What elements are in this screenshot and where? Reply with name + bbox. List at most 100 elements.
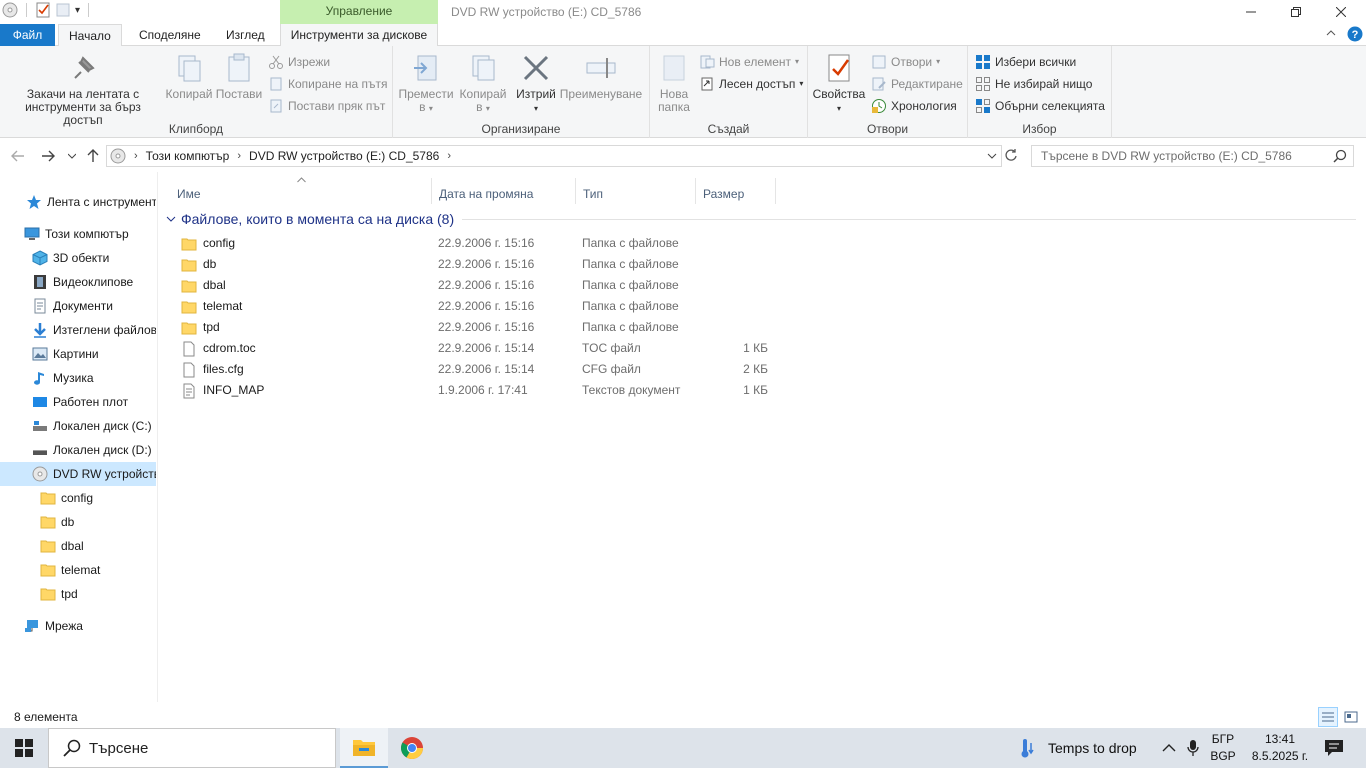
open-icon [872, 55, 886, 69]
copy-to-button[interactable]: Копирай в ▾ [455, 52, 511, 115]
delete-icon [523, 55, 549, 81]
cut-button[interactable]: Изрежи [268, 52, 330, 72]
nav-item-folder-telemat[interactable]: telemat [0, 558, 156, 582]
input-language-button[interactable]: БГР BGP [1206, 731, 1240, 765]
column-header-type[interactable]: Тип [576, 178, 696, 204]
restore-button[interactable] [1273, 0, 1319, 24]
select-all-button[interactable]: Избери всички [975, 52, 1076, 72]
edit-button[interactable]: Редактиране [871, 74, 963, 94]
collapse-ribbon-icon[interactable] [1326, 28, 1336, 41]
tab-drive-tools[interactable]: Инструменти за дискове [280, 24, 438, 46]
column-header-size[interactable]: Размер [696, 178, 776, 204]
group-header[interactable]: Файлове, които в момента са на диска (8) [166, 209, 1356, 229]
back-button[interactable] [8, 146, 28, 166]
tab-file[interactable]: Файл [0, 24, 55, 46]
tab-home[interactable]: Начало [58, 24, 122, 47]
drive-icon [2, 2, 18, 18]
nav-item-desktop[interactable]: Работен плот [0, 390, 156, 414]
nav-item-folder-db[interactable]: db [0, 510, 156, 534]
new-folder-button[interactable]: Нова папка [654, 52, 694, 114]
file-row[interactable]: tpd 22.9.2006 г. 15:16 Папка с файлове [177, 317, 777, 338]
customize-toolbar-icon[interactable]: ▾ [75, 5, 80, 16]
column-header-date[interactable]: Дата на промяна [432, 178, 576, 204]
file-row[interactable]: INFO_MAP 1.9.2006 г. 17:41 Текстов докумен… [177, 380, 777, 401]
large-icons-view-button[interactable] [1341, 707, 1361, 727]
tab-share[interactable]: Споделяне [129, 24, 211, 46]
weather-widget[interactable]: Temps to drop [1018, 728, 1137, 768]
open-label: Отвори [891, 55, 933, 69]
file-type: Папка с файлове [582, 278, 679, 292]
file-row[interactable]: telemat 22.9.2006 г. 15:16 Папка с файлове [177, 296, 777, 317]
search-box[interactable]: Търсене в DVD RW устройство (E:) CD_5786 [1031, 145, 1354, 167]
copy-button[interactable]: Копирай [163, 52, 215, 101]
notifications-button[interactable] [1324, 739, 1344, 760]
address-history-dropdown[interactable] [987, 149, 997, 163]
properties-icon[interactable] [35, 2, 51, 18]
paste-shortcut-button[interactable]: Постави пряк път [268, 96, 385, 116]
nav-item-label: Този компютър [45, 227, 129, 241]
close-button[interactable] [1318, 0, 1364, 24]
breadcrumb-this-pc[interactable]: Този компютър [146, 149, 230, 163]
chrome-taskbar-button[interactable] [388, 728, 436, 768]
properties-button[interactable]: Свойства ▾ [812, 52, 866, 115]
file-row[interactable]: db 22.9.2006 г. 15:16 Папка с файлове [177, 254, 777, 275]
nav-item-network[interactable]: Мрежа [0, 614, 156, 638]
file-explorer-taskbar-button[interactable] [340, 728, 388, 768]
nav-item-downloads[interactable]: Изтеглени файлове [0, 318, 156, 342]
refresh-button[interactable] [1004, 148, 1018, 165]
nav-item-disk-c[interactable]: Локален диск (C:) [0, 414, 156, 438]
nav-item-label: Документи [53, 299, 113, 313]
nav-item-documents[interactable]: Документи [0, 294, 156, 318]
group-divider [462, 218, 1356, 220]
nav-item-disk-d[interactable]: Локален диск (D:) [0, 438, 156, 462]
details-view-button[interactable] [1318, 707, 1338, 727]
new-folder-icon[interactable] [55, 2, 71, 18]
open-button[interactable]: Отвори ▾ [871, 52, 940, 72]
breadcrumb-dvd-drive[interactable]: DVD RW устройство (E:) CD_5786 [249, 149, 439, 163]
select-none-button[interactable]: Не избирай нищо [975, 74, 1092, 94]
minimize-button[interactable] [1228, 0, 1274, 24]
nav-item-pictures[interactable]: Картини [0, 342, 156, 366]
nav-item-quick-access[interactable]: Лента с инструменти [0, 190, 156, 214]
recent-locations-button[interactable] [62, 146, 82, 166]
easy-access-button[interactable]: Лесен достъп ▾ [699, 74, 803, 94]
new-item-button[interactable]: Нов елемент ▾ [699, 52, 799, 72]
file-date: 22.9.2006 г. 15:14 [438, 362, 535, 376]
nav-item-music[interactable]: Музика [0, 366, 156, 390]
history-button[interactable]: Хронология [871, 96, 957, 116]
column-header-name[interactable]: Име [170, 178, 432, 204]
paste-button[interactable]: Постави [215, 52, 263, 101]
nav-item-label: telemat [61, 563, 101, 577]
start-button[interactable] [0, 728, 48, 768]
copy-path-button[interactable]: Копиране на пътя [268, 74, 387, 94]
file-row[interactable]: config 22.9.2006 г. 15:16 Папка с файлове [177, 233, 777, 254]
nav-item-videos[interactable]: Видеоклипове [0, 270, 156, 294]
file-row[interactable]: dbal 22.9.2006 г. 15:16 Папка с файлове [177, 275, 777, 296]
computer-icon [24, 227, 40, 240]
nav-item-dvd-drive[interactable]: DVD RW устройство (E:) CD_5786 [0, 462, 156, 486]
address-bar[interactable]: › Този компютър › DVD RW устройство (E:)… [106, 145, 1002, 167]
tab-view[interactable]: Изглед [216, 24, 275, 46]
delete-button[interactable]: Изтрий ▾ [513, 52, 559, 115]
nav-item-this-pc[interactable]: Този компютър [0, 222, 156, 246]
pin-to-quick-access-button[interactable]: Закачи на лентата с инструменти за бърз … [4, 52, 162, 127]
taskbar-search[interactable]: Търсене [48, 728, 336, 768]
help-icon[interactable]: ? [1347, 26, 1363, 45]
clock-button[interactable]: 13:41 8.5.2025 г. [1240, 731, 1320, 765]
forward-button[interactable] [38, 146, 58, 166]
folder-icon [181, 320, 197, 336]
nav-item-3d-objects[interactable]: 3D обекти [0, 246, 156, 270]
move-to-button[interactable]: Премести в ▾ [397, 52, 455, 115]
invert-selection-button[interactable]: Обърни селекцията [975, 96, 1105, 116]
breadcrumb-separator: › [447, 150, 452, 162]
nav-item-folder-tpd[interactable]: tpd [0, 582, 156, 606]
file-row[interactable]: cdrom.toc 22.9.2006 г. 15:14 TOC файл 1 КБ [177, 338, 777, 359]
show-hidden-icons-button[interactable] [1162, 742, 1176, 756]
quick-access-toolbar: ▾ [0, 2, 93, 18]
up-button[interactable] [83, 146, 103, 166]
nav-item-folder-config[interactable]: config [0, 486, 156, 510]
microphone-button[interactable] [1186, 739, 1200, 760]
rename-button[interactable]: Преименуване [559, 52, 643, 101]
file-row[interactable]: files.cfg 22.9.2006 г. 15:14 CFG файл 2 КБ [177, 359, 777, 380]
nav-item-folder-dbal[interactable]: dbal [0, 534, 156, 558]
